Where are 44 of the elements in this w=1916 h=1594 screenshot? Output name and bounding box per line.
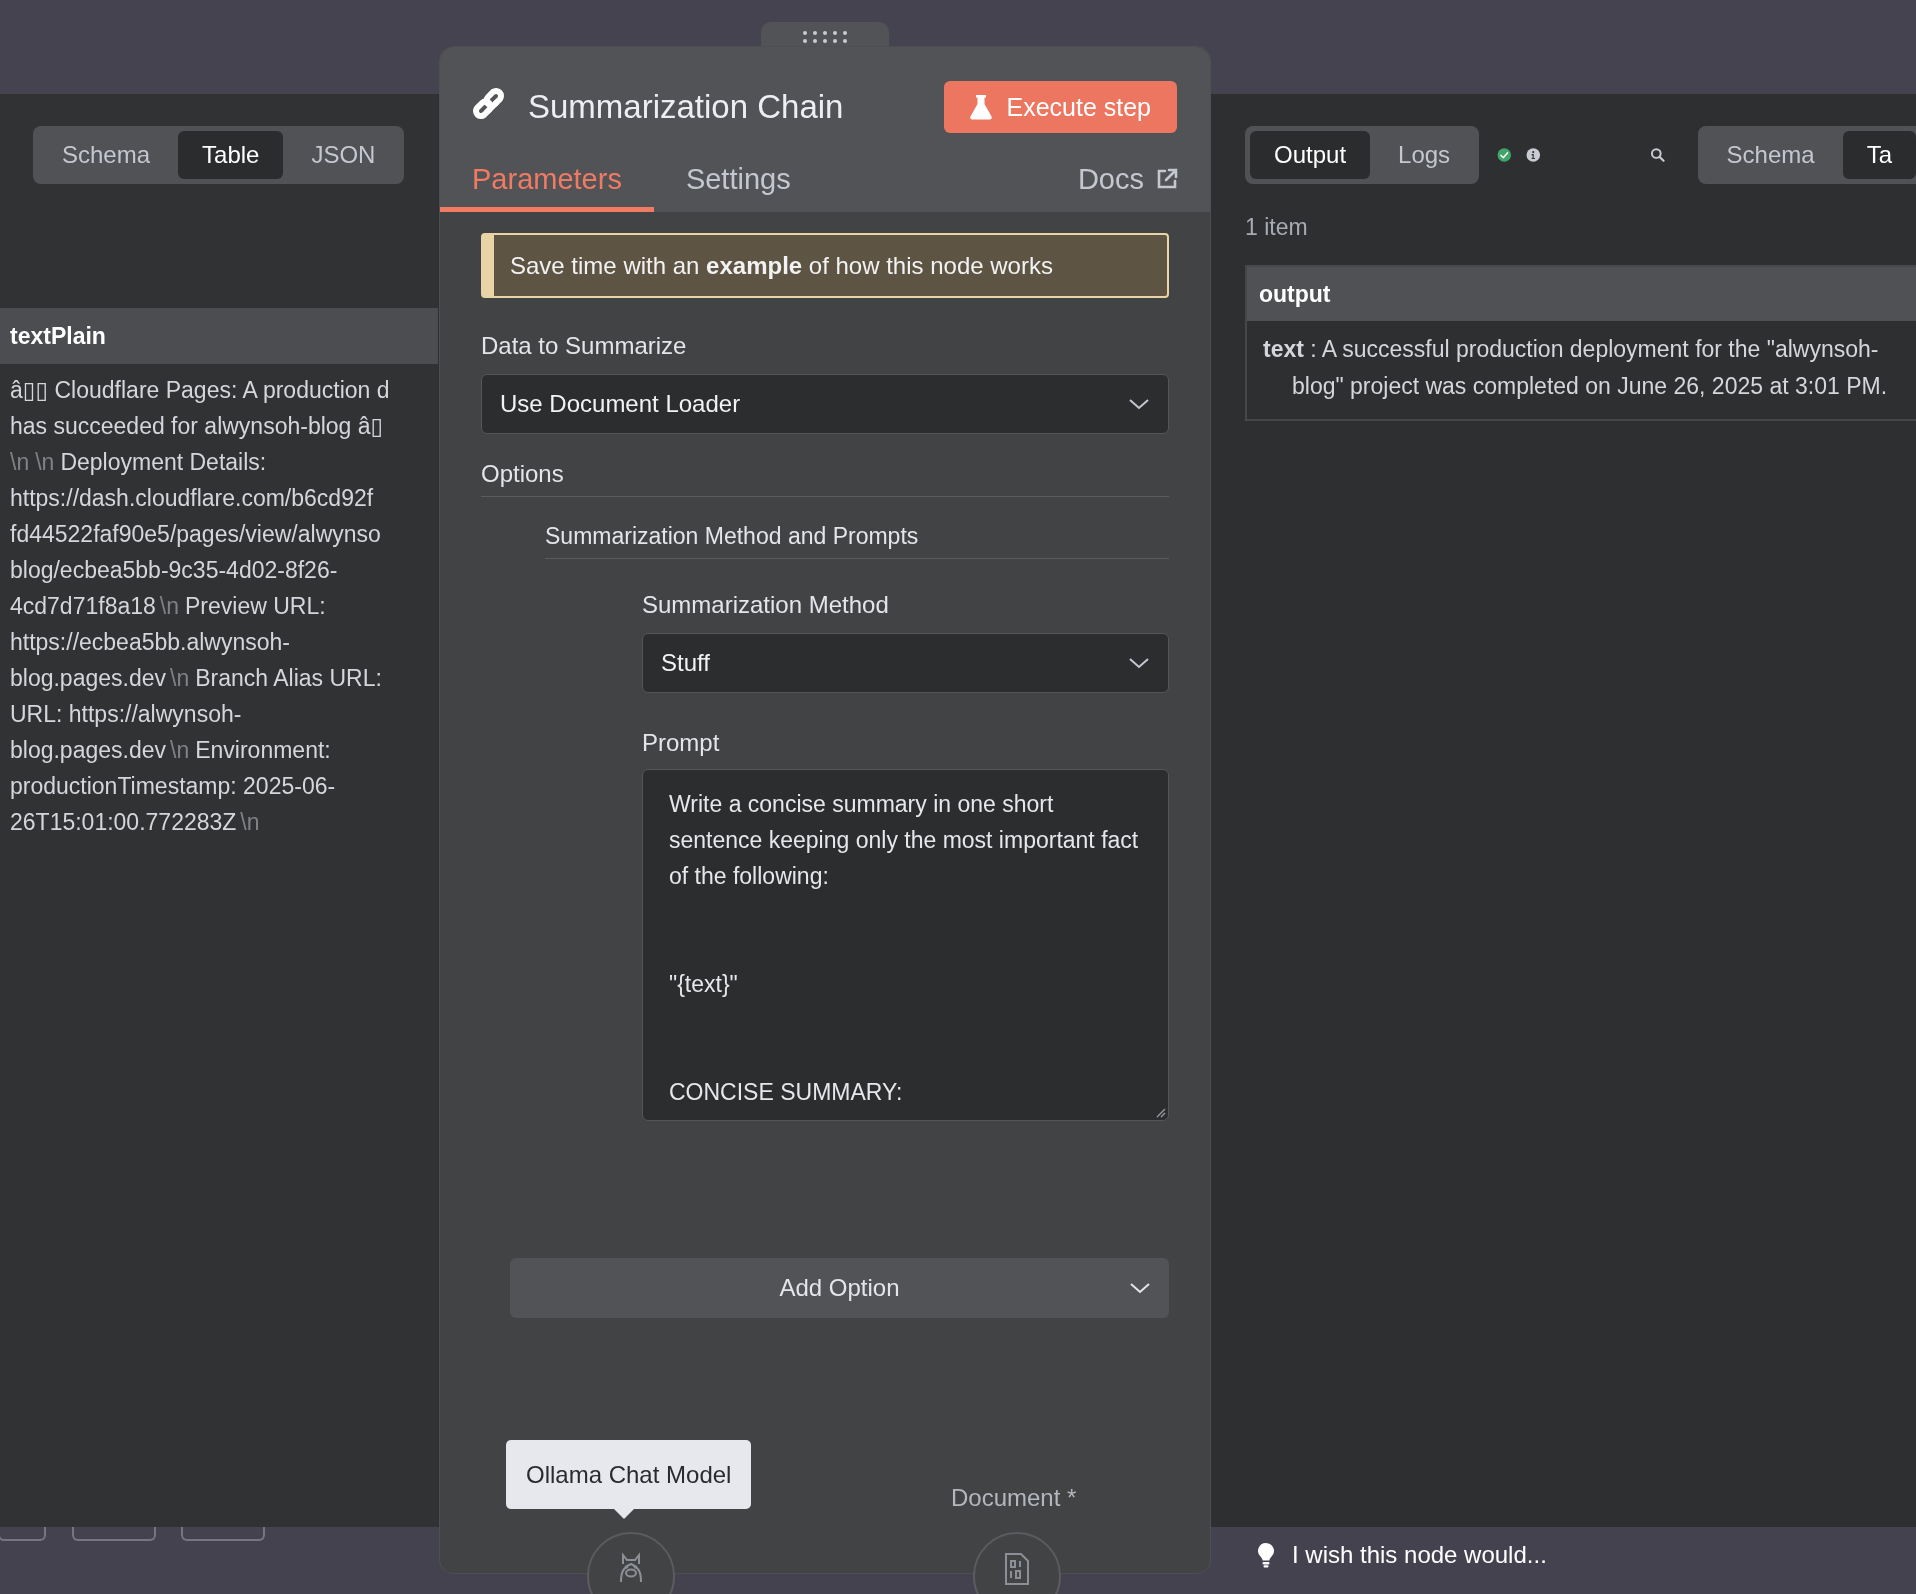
tooltip: Ollama Chat Model [506,1440,752,1509]
section-heading: Options [481,460,1169,497]
method-select[interactable]: Stuff [642,633,1169,693]
view-tab[interactable]: Schema [38,131,175,179]
input-handle[interactable] [973,1532,1061,1594]
input-label: Document * [951,1484,1077,1512]
canvas-button[interactable] [72,1527,156,1541]
docs-link[interactable]: Docs [1077,151,1178,212]
lightbulb-icon [1256,1542,1276,1568]
view-tab[interactable]: Schema [1702,131,1839,179]
table-cell-text: text : A successful production deployment for the "alwynsoh-blog" project was completed on June 26, 2025 at 3:01 PM. [1262,335,1889,401]
document-icon [1003,1552,1031,1586]
node-title: Summarization Chain [528,88,844,126]
view-tab[interactable]: Ta [1842,131,1916,179]
table-cell-text: â▯▯ Cloudflare Pages: A production d has succeeded for alwynsoh-blog â▯ \n \n Deployment Details: https://dash.cloudflare.com/b6cd92f fd44522faf90e5/pages/view/alwynso blog/ecbea5bb-9c35-4d02-8f26- 4cd7d71f8a18 \n Preview URL: https://ecbea5bb.alwynsoh- blog.pages.dev \n Branch Alias URL: URL: https://alwynsoh- blog.pages.dev \n Environment: productionTimestamp: 2025-06- 26T15:01:00.772283Z \n [9,376,391,837]
panel-tab[interactable]: Settings [653,151,823,212]
group-heading: Summarization Method and Prompts [545,523,1169,559]
drag-dots-icon [802,30,848,44]
external-link-icon [1156,168,1178,190]
item-count: 1 item [1245,214,1309,241]
prompt-field[interactable]: Write a concise summary in one short sentence keeping only the most important fact of the following: "{text}" CONCISE SUMMARY: [642,769,1169,1121]
data-select[interactable]: Use Document Loader [481,374,1169,434]
flask-icon [970,94,993,120]
view-tab[interactable]: JSON [287,131,400,179]
column-header: textPlain [0,308,438,364]
field-label: Summarization Method [642,591,890,619]
column-header: output [1247,267,1916,321]
drag-handle[interactable] [761,22,889,46]
example-notice: Save time with an example of how this node works [481,233,1169,298]
chevron-down-icon [1128,656,1150,670]
field-label: Prompt [642,729,721,757]
canvas-button[interactable] [181,1527,265,1541]
add-option-button[interactable]: Add Option [510,1258,1169,1318]
output-tab[interactable]: Output [1250,131,1371,179]
resize-grip-icon[interactable] [1154,1106,1166,1118]
feedback-link[interactable]: I wish this node would... [1256,1541,1547,1569]
input-handle[interactable] [587,1532,675,1594]
view-tab[interactable]: Table [178,131,284,179]
canvas-button[interactable] [0,1527,46,1541]
output-tab[interactable]: Logs [1374,131,1475,179]
chevron-down-icon [1129,1281,1151,1295]
field-label: Data to Summarize [481,332,688,360]
chevron-down-icon [1128,397,1150,411]
tooltip-arrow [614,1509,634,1519]
